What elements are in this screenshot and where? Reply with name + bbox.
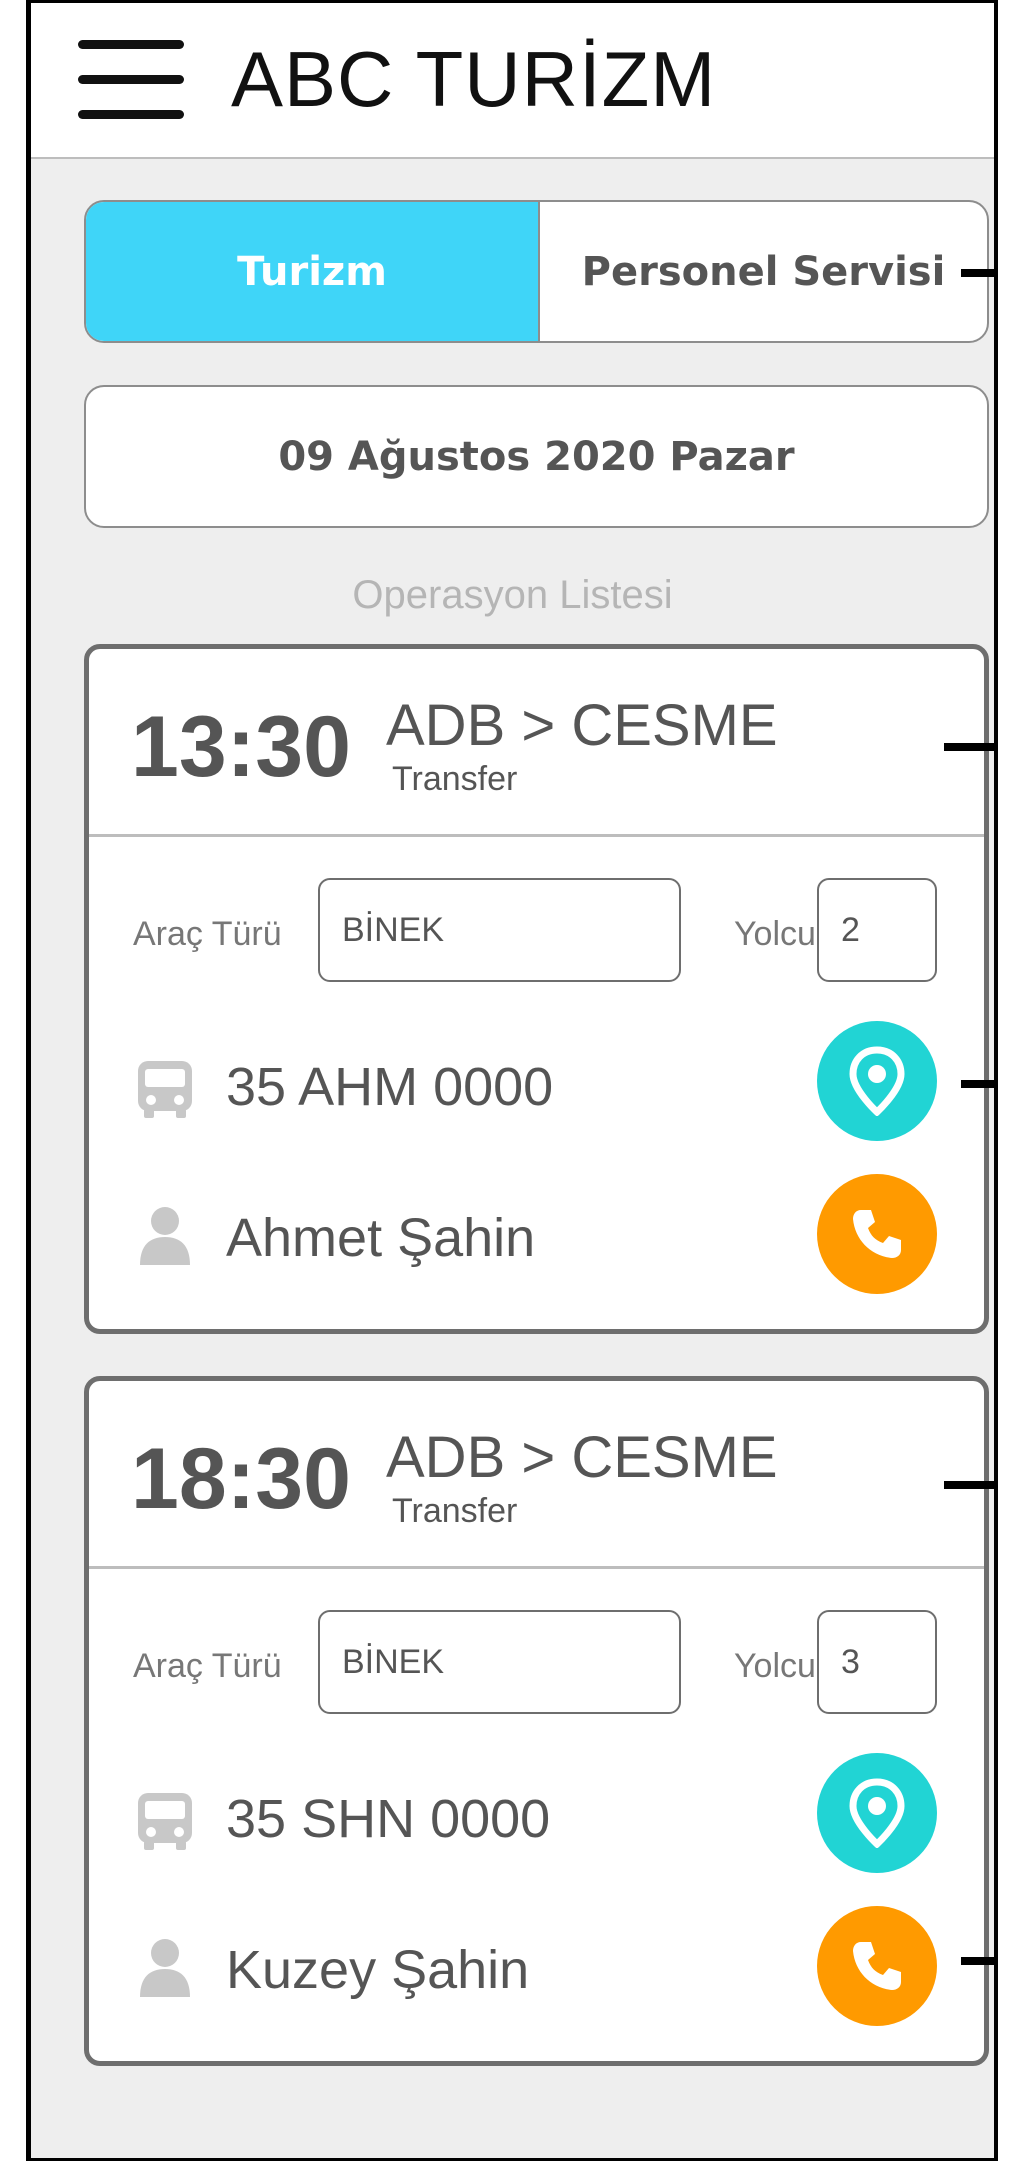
- operation-route: ADB > CESME: [386, 693, 778, 758]
- annotation-pointer: [961, 269, 994, 277]
- call-button[interactable]: [817, 1174, 937, 1294]
- vehicle-type-label: Araç Türü: [133, 1647, 282, 1685]
- operation-time: 18:30: [131, 1431, 351, 1527]
- phone-icon: [853, 1942, 901, 1990]
- call-button[interactable]: [817, 1906, 937, 2026]
- operation-time: 13:30: [131, 699, 351, 795]
- bus-icon: [138, 1793, 192, 1850]
- app-header: ABC TURİZM: [31, 3, 994, 159]
- user-icon: [140, 1939, 190, 1997]
- annotation-pointer: [944, 743, 994, 751]
- passenger-count-field[interactable]: 3: [817, 1610, 937, 1714]
- annotation-pointer: [961, 1080, 994, 1088]
- location-pin-icon: [849, 1778, 905, 1848]
- vehicle-type-label: Araç Türü: [133, 915, 282, 953]
- bus-icon: [138, 1061, 192, 1118]
- vehicle-type-field[interactable]: BİNEK: [318, 1610, 681, 1714]
- operation-type: Transfer: [392, 1492, 518, 1530]
- operation-type: Transfer: [392, 760, 518, 798]
- passenger-count-field[interactable]: 2: [817, 878, 937, 982]
- passenger-label: Yolcu: [734, 915, 816, 953]
- card-header: 18:30 ADB > CESME Transfer: [89, 1381, 984, 1569]
- annotation-pointer: [961, 1957, 994, 1965]
- user-icon: [140, 1207, 190, 1265]
- operation-card[interactable]: 13:30 ADB > CESME Transfer Araç Türü BİN…: [84, 644, 989, 1334]
- location-button[interactable]: [817, 1753, 937, 1873]
- app-frame: ABC TURİZM Turizm Personel Servisi 09 Ağ…: [26, 0, 998, 2161]
- vehicle-plate: 35 AHM 0000: [226, 1057, 554, 1117]
- location-button[interactable]: [817, 1021, 937, 1141]
- driver-name: Ahmet Şahin: [226, 1208, 536, 1268]
- card-header: 13:30 ADB > CESME Transfer: [89, 649, 984, 837]
- tab-personel-servisi[interactable]: Personel Servisi: [540, 202, 987, 341]
- operation-route: ADB > CESME: [386, 1425, 778, 1490]
- category-tabs: Turizm Personel Servisi: [84, 200, 989, 343]
- location-pin-icon: [849, 1046, 905, 1116]
- operation-card[interactable]: 18:30 ADB > CESME Transfer Araç Türü BİN…: [84, 1376, 989, 2066]
- vehicle-type-field[interactable]: BİNEK: [318, 878, 681, 982]
- phone-icon: [853, 1210, 901, 1258]
- date-selector[interactable]: 09 Ağustos 2020 Pazar: [84, 385, 989, 528]
- menu-icon[interactable]: [78, 40, 184, 120]
- list-title: Operasyon Listesi: [352, 573, 673, 617]
- driver-name: Kuzey Şahin: [226, 1940, 530, 2000]
- tab-turizm[interactable]: Turizm: [86, 202, 540, 341]
- annotation-pointer: [944, 1481, 994, 1489]
- app-title: ABC TURİZM: [231, 35, 717, 123]
- vehicle-plate: 35 SHN 0000: [226, 1789, 551, 1849]
- passenger-label: Yolcu: [734, 1647, 816, 1685]
